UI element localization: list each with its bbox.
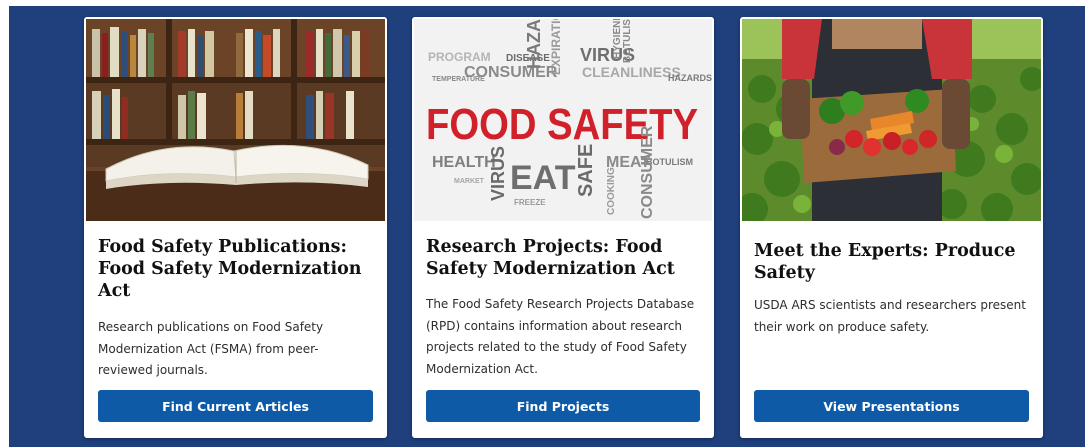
card-description: Research publications on Food Safety Mod… [98, 320, 324, 377]
word-program: PROGRAM [428, 50, 491, 64]
card-description: The Food Safety Research Projects Databa… [426, 297, 695, 376]
word-eat: EAT [510, 159, 576, 197]
word-consumer-vertical: CONSUMER [639, 125, 656, 219]
word-hazards: HAZARDS [524, 19, 544, 69]
word-freeze: FREEZE [514, 198, 546, 207]
farmer-produce-crate-image [742, 19, 1041, 221]
find-current-articles-button[interactable]: Find Current Articles [98, 390, 373, 422]
word-virus-vertical: VIRUS [488, 146, 508, 201]
word-hazards-small: HAZARDS [668, 73, 712, 83]
card-title: Food Safety Publications: Food Safety Mo… [98, 237, 362, 301]
card-publications: Food Safety Publications: Food Safety Mo… [84, 17, 387, 438]
word-health: HEALTH [432, 154, 496, 171]
card-description: USDA ARS scientists and researchers pres… [754, 298, 1026, 334]
word-cooking: COOKING [606, 167, 617, 215]
card-title: Meet the Experts: Produce Safety [754, 241, 1016, 283]
word-botulism-top: BOTULISM [622, 19, 633, 63]
card-research-projects: PROGRAM CONSUMER DISEASE HAZARDS EXPIRAT… [412, 17, 714, 438]
word-market: MARKET [454, 178, 485, 185]
word-safe: SAFE [575, 144, 597, 197]
word-expiration: EXPIRATION [549, 19, 563, 75]
card-meet-experts: Meet the Experts: Produce Safety USDA AR… [740, 17, 1043, 438]
word-food-safety: FOOD SAFETY [426, 100, 698, 149]
word-temperature: TEMPERATURE [432, 76, 485, 83]
view-presentations-button[interactable]: View Presentations [754, 390, 1029, 422]
find-projects-button[interactable]: Find Projects [426, 390, 700, 422]
word-cleanliness: CLEANLINESS [582, 64, 681, 80]
food-safety-word-cloud-image: PROGRAM CONSUMER DISEASE HAZARDS EXPIRAT… [414, 19, 712, 221]
card-title: Research Projects: Food Safety Moderniza… [426, 237, 675, 279]
open-book-library-image [86, 19, 385, 221]
